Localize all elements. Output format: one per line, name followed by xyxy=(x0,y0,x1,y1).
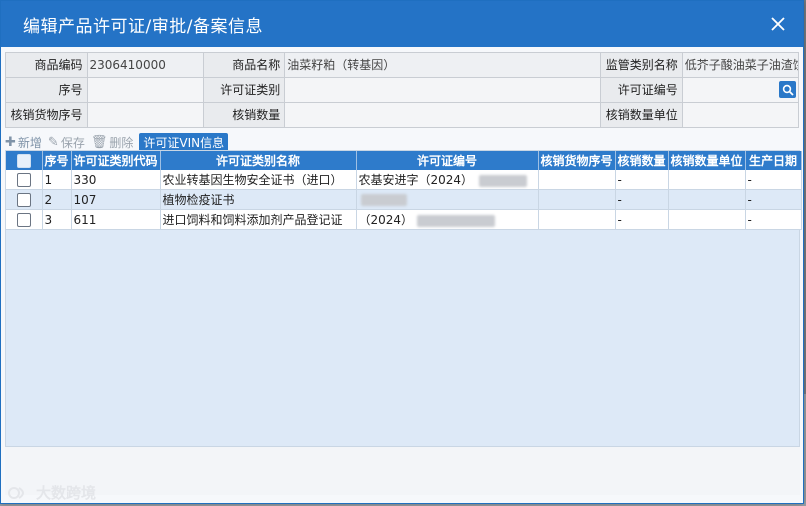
delete-label: 删除 xyxy=(109,135,134,150)
form-row: 序号 许可证类别 许可证编号 xyxy=(6,78,799,103)
dialog-title: 编辑产品许可证/审批/备案信息 xyxy=(23,16,263,37)
write-off-unit-field[interactable] xyxy=(682,103,799,128)
code-cell: 107 xyxy=(71,189,161,210)
qty-cell: - xyxy=(615,209,669,230)
column-header[interactable]: 许可证编号 xyxy=(356,151,539,170)
number-cell xyxy=(356,189,539,210)
date-cell: - xyxy=(745,209,802,230)
delete-button[interactable]: 🗑 删除 xyxy=(91,134,134,151)
search-icon[interactable] xyxy=(779,81,796,98)
save-button[interactable]: ✎ 保存 xyxy=(48,134,85,151)
column-header[interactable]: 核销数量 xyxy=(615,151,669,170)
redacted-block xyxy=(479,174,528,187)
qty-cell: - xyxy=(615,170,669,190)
unit-cell xyxy=(668,209,746,230)
goods-seq-cell xyxy=(538,209,616,230)
row-select-cell[interactable] xyxy=(6,170,43,190)
add-button[interactable]: ✚ 新增 xyxy=(5,134,42,151)
license-form: 商品编码 2306410000 商品名称 油菜籽粕（转基因） 监管类别名称 低芥… xyxy=(5,52,799,128)
trash-icon: 🗑 xyxy=(90,134,108,150)
watermark-logo-icon xyxy=(8,486,24,499)
column-header[interactable]: 生产日期 xyxy=(745,151,802,170)
category-name-label: 监管类别名称 xyxy=(601,53,683,78)
write-off-unit-label: 核销数量单位 xyxy=(601,103,683,128)
qty-cell: - xyxy=(615,189,669,210)
license-vin-button[interactable]: 许可证VIN信息 xyxy=(139,132,229,152)
column-header[interactable]: 序号 xyxy=(42,151,72,170)
column-header[interactable]: 核销货物序号 xyxy=(538,151,616,170)
write-off-qty-field[interactable] xyxy=(285,103,602,128)
number-cell: （2024） xyxy=(356,209,539,230)
code-cell: 611 xyxy=(71,209,161,230)
license-number-field[interactable] xyxy=(682,78,799,103)
goods-seq-field[interactable] xyxy=(87,103,204,128)
dialog-footer xyxy=(5,447,800,495)
product-name-label: 商品名称 xyxy=(203,53,286,78)
save-label: 保存 xyxy=(60,135,85,150)
row-checkbox[interactable] xyxy=(16,192,31,207)
dialog-titlebar: 编辑产品许可证/审批/备案信息 xyxy=(1,1,803,47)
seq-cell: 2 xyxy=(42,189,72,210)
code-cell: 330 xyxy=(71,170,161,190)
row-checkbox[interactable] xyxy=(16,212,31,227)
close-icon[interactable] xyxy=(767,13,789,35)
license-type-label: 许可证类别 xyxy=(203,78,286,103)
column-header[interactable]: 许可证类别名称 xyxy=(160,151,357,170)
category-name-field[interactable]: 低芥子酸油菜子油渣饼 xyxy=(682,53,799,78)
unit-cell xyxy=(668,189,746,210)
form-row: 核销货物序号 核销数量 核销数量单位 xyxy=(6,103,799,128)
redacted-block xyxy=(360,194,407,206)
add-label: 新增 xyxy=(17,135,42,150)
license-type-field[interactable] xyxy=(285,78,602,103)
number-text: 农基安进字（2024） xyxy=(358,173,474,187)
edit-icon: ✎ xyxy=(47,134,59,150)
date-cell: - xyxy=(745,189,802,210)
product-code-label: 商品编码 xyxy=(6,53,88,78)
table-row[interactable]: 2 107 植物检疫证书 - - xyxy=(6,189,802,210)
license-grid: 序号 许可证类别代码 许可证类别名称 许可证编号 核销货物序号 核销数量 核销数… xyxy=(5,150,802,447)
name-cell: 植物检疫证书 xyxy=(160,189,357,210)
product-name-field[interactable]: 油菜籽粕（转基因） xyxy=(285,53,602,78)
date-cell: - xyxy=(745,170,802,190)
form-row: 商品编码 2306410000 商品名称 油菜籽粕（转基因） 监管类别名称 低芥… xyxy=(6,53,799,78)
watermark: 大数跨境 xyxy=(8,482,96,503)
column-header[interactable]: 核销数量单位 xyxy=(668,151,746,170)
table-row[interactable]: 1 330 农业转基因生物安全证书（进口） 农基安进字（2024） - - xyxy=(6,170,802,190)
name-cell: 进口饲料和饲料添加剂产品登记证 xyxy=(160,209,357,230)
unit-cell xyxy=(668,170,746,190)
number-cell: 农基安进字（2024） xyxy=(356,170,539,190)
license-number-label: 许可证编号 xyxy=(601,78,683,103)
goods-seq-label: 核销货物序号 xyxy=(6,103,88,128)
watermark-text: 大数跨境 xyxy=(36,484,97,502)
redacted-block xyxy=(417,214,496,227)
name-cell: 农业转基因生物安全证书（进口） xyxy=(160,170,357,190)
seq-field[interactable] xyxy=(87,78,204,103)
license-table: 序号 许可证类别代码 许可证类别名称 许可证编号 核销货物序号 核销数量 核销数… xyxy=(6,151,802,230)
plus-icon: ✚ xyxy=(5,134,16,150)
product-code-field[interactable]: 2306410000 xyxy=(87,53,204,78)
row-checkbox[interactable] xyxy=(16,172,31,187)
row-select-cell[interactable] xyxy=(6,209,43,230)
grid-header-row: 序号 许可证类别代码 许可证类别名称 许可证编号 核销货物序号 核销数量 核销数… xyxy=(6,151,802,170)
row-select-cell[interactable] xyxy=(6,189,43,210)
goods-seq-cell xyxy=(538,170,616,190)
edit-license-dialog: 编辑产品许可证/审批/备案信息 商品编码 2306410000 商品名称 油菜籽… xyxy=(0,0,804,504)
goods-seq-cell xyxy=(538,189,616,210)
write-off-qty-label: 核销数量 xyxy=(203,103,286,128)
column-header[interactable]: 许可证类别代码 xyxy=(71,151,161,170)
seq-label: 序号 xyxy=(6,78,88,103)
seq-cell: 3 xyxy=(42,209,72,230)
select-all-cell[interactable] xyxy=(6,151,43,170)
table-row[interactable]: 3 611 进口饲料和饲料添加剂产品登记证 （2024） - - xyxy=(6,209,802,230)
number-text: （2024） xyxy=(358,213,414,227)
seq-cell: 1 xyxy=(42,170,72,190)
select-all-checkbox[interactable] xyxy=(16,153,31,168)
